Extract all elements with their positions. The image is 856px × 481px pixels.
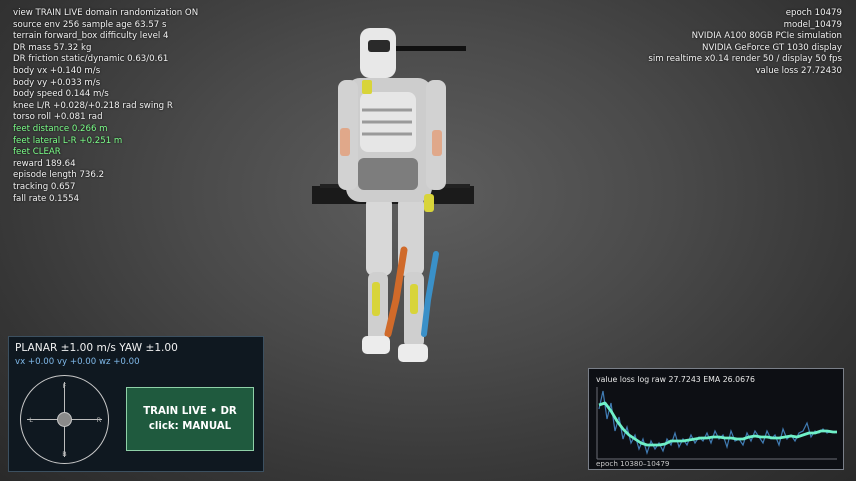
- loss-plot-canvas: [596, 387, 837, 460]
- train-mode-label: TRAIN LIVE • DR: [143, 406, 237, 417]
- hud-torso-roll: torso roll +0.081 rad: [13, 112, 103, 123]
- joystick-knob[interactable]: [57, 412, 72, 427]
- ema-loss-line: [598, 401, 837, 447]
- hud-episode-length: episode length 736.2: [13, 170, 105, 181]
- telemetry-left-panel: view TRAIN LIVE domain randomization ON …: [13, 8, 198, 205]
- joystick-label-back: B: [62, 450, 66, 458]
- hud-source-env: source env 256 sample age 63.57 s: [13, 19, 167, 30]
- loss-plot-header: value loss log raw 27.7243 EMA 26.0676: [596, 375, 755, 384]
- hud-feet-distance: feet distance 0.266 m: [13, 123, 108, 134]
- hud-value-loss: value loss 27.72430: [755, 65, 842, 76]
- hud-reward: reward 189.64: [13, 158, 76, 169]
- joystick-label-left: L: [29, 416, 33, 424]
- command-range-title: PLANAR ±1.00 m/s YAW ±1.00: [15, 342, 178, 354]
- hud-display-gpu: NVIDIA GeForce GT 1030 display: [702, 42, 842, 53]
- raw-loss-line: [598, 390, 836, 456]
- command-velocities: vx +0.00 vy +0.00 wz +0.00: [15, 357, 140, 367]
- system-info-panel: epoch 10479 model_10479 NVIDIA A100 80GB…: [648, 8, 842, 78]
- hud-body-vx: body vx +0.140 m/s: [13, 65, 101, 76]
- hud-dr-friction: DR friction static/dynamic 0.63/0.61: [13, 54, 169, 65]
- hud-body-vy: body vy +0.033 m/s: [13, 77, 101, 88]
- hud-view-mode: view TRAIN LIVE domain randomization ON: [13, 8, 199, 18]
- sensor-bar: [396, 46, 466, 51]
- hud-body-speed: body speed 0.144 m/s: [13, 89, 109, 100]
- loss-plot-epoch-range: epoch 10380–10479: [596, 459, 670, 468]
- train-mode-hint: click: MANUAL: [148, 421, 232, 432]
- hud-tracking: tracking 0.657: [13, 181, 76, 192]
- hud-model-name: model_10479: [783, 19, 842, 30]
- command-panel: PLANAR ±1.00 m/s YAW ±1.00 vx +0.00 vy +…: [8, 336, 264, 472]
- hud-fall-rate: fall rate 0.1554: [13, 193, 80, 204]
- joystick-pad[interactable]: F B L R: [19, 374, 110, 465]
- train-mode-button[interactable]: TRAIN LIVE • DR click: MANUAL: [126, 387, 254, 451]
- hud-sim-gpu: NVIDIA A100 80GB PCIe simulation: [691, 31, 842, 42]
- hud-feet-lateral: feet lateral L-R +0.251 m: [13, 135, 123, 146]
- hud-epoch: epoch 10479: [785, 8, 842, 18]
- robot-model: [338, 28, 446, 362]
- hud-terrain: terrain forward_box difficulty level 4: [13, 31, 169, 42]
- hud-feet-status: feet CLEAR: [13, 147, 61, 158]
- joystick-label-front: F: [63, 382, 67, 390]
- hud-realtime: sim realtime x0.14 render 50 / display 5…: [648, 54, 842, 65]
- hud-knee: knee L/R +0.028/+0.218 rad swing R: [13, 100, 173, 111]
- hud-dr-mass: DR mass 57.32 kg: [13, 42, 92, 53]
- value-loss-plot: value loss log raw 27.7243 EMA 26.0676 e…: [588, 368, 844, 470]
- joystick-label-right: R: [97, 416, 102, 424]
